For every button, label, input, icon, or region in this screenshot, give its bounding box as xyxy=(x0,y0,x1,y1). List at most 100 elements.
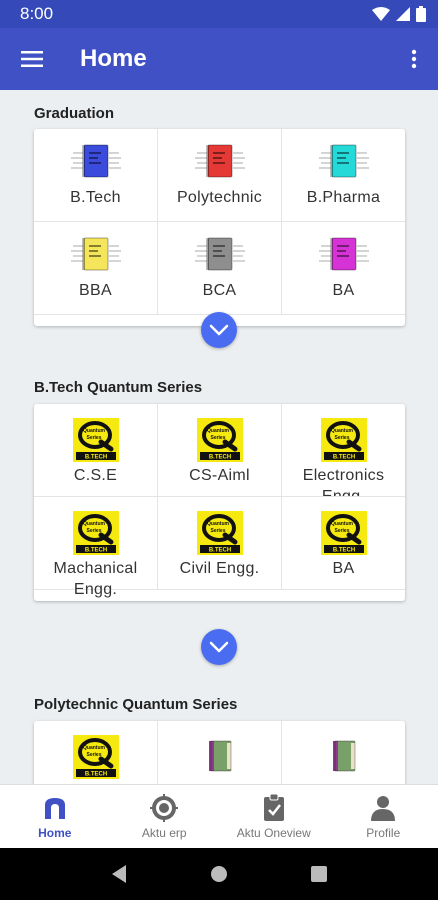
hamburger-icon xyxy=(21,51,43,67)
chevron-down-icon xyxy=(209,641,229,653)
system-navigation-bar xyxy=(0,848,438,900)
svg-text:B.TECH: B.TECH xyxy=(84,772,106,778)
grid-item-label: BA xyxy=(332,282,355,299)
grid-item-label: BA xyxy=(332,560,355,577)
chevron-down-icon xyxy=(209,324,229,336)
aktu-erp-icon xyxy=(150,793,179,822)
back-icon[interactable] xyxy=(110,864,128,884)
signal-icon xyxy=(396,7,410,21)
green-book-icon xyxy=(329,739,359,778)
expand-btech-quantum-button[interactable] xyxy=(201,629,237,665)
grid-item-ba[interactable]: Quantum Series B.TECH BA xyxy=(282,497,405,589)
grid-item-label: B.Pharma xyxy=(306,189,381,206)
battery-icon xyxy=(416,6,426,22)
quantum-series-icon: Quantum Series B.TECH xyxy=(196,511,243,555)
book-cyan-icon xyxy=(318,143,369,179)
svg-text:Series: Series xyxy=(210,528,225,534)
grid-item-civil-engg[interactable]: Quantum Series B.TECH Civil Engg. xyxy=(158,497,281,589)
svg-text:B.TECH: B.TECH xyxy=(208,455,230,461)
home-content[interactable]: Graduation B.Tech Polytechnic B.Pharma BBA B… xyxy=(0,90,438,784)
grid-item-electronics-engg[interactable]: QuantumSeriesB.TECHElectronics Engg. xyxy=(282,404,405,505)
book-magenta-icon xyxy=(318,236,369,272)
nav-aktu-oneview[interactable]: Aktu Oneview xyxy=(219,785,329,848)
page-title: Home xyxy=(80,45,147,72)
grid-item-b-tech[interactable]: B.Tech xyxy=(34,129,157,221)
grid-item-label: Machanical Engg. xyxy=(53,560,138,598)
quantum-series-icon: Quantum Series B.TECH xyxy=(320,511,367,555)
grid-item-label: Civil Engg. xyxy=(179,560,260,577)
quantum-series-icon: Quantum Series B.TECH xyxy=(320,418,367,462)
book-yellow-icon xyxy=(70,236,121,272)
grid-item-bca[interactable]: BCA xyxy=(158,222,281,314)
grid-item-label: CS-Aiml xyxy=(189,467,250,484)
svg-text:Series: Series xyxy=(334,435,349,441)
section-title-btech-quantum: B.Tech Quantum Series xyxy=(34,379,203,396)
nav-aktu-oneview-label: Aktu Oneview xyxy=(236,825,311,840)
svg-text:Quantum: Quantum xyxy=(331,428,353,434)
status-icons xyxy=(372,6,426,22)
section-title-graduation: Graduation xyxy=(34,105,115,122)
book-red-icon xyxy=(194,143,245,179)
svg-text:Quantum: Quantum xyxy=(207,428,229,434)
svg-text:Quantum: Quantum xyxy=(83,428,105,434)
home-icon xyxy=(41,794,69,822)
svg-text:Quantum: Quantum xyxy=(207,521,229,527)
menu-button[interactable] xyxy=(0,28,64,90)
status-bar: 8:00 xyxy=(0,0,438,28)
quantum-series-icon: Quantum Series B.TECH xyxy=(72,735,119,779)
svg-text:Series: Series xyxy=(86,528,101,534)
grid-item-b-tech[interactable]: QuantumSeriesB.TECHB.Tech xyxy=(34,721,157,784)
bottom-navigation: Home Aktu erp Aktu Oneview Profile xyxy=(0,784,438,848)
grid-item-polytechnic[interactable]: Polytechnic xyxy=(158,129,281,221)
wifi-icon xyxy=(372,7,390,21)
section-title-polytechnic-quantum: Polytechnic Quantum Series xyxy=(34,696,238,713)
graduation-card: B.Tech Polytechnic B.Pharma BBA BCA BA xyxy=(34,129,405,326)
quantum-series-icon: Quantum Series B.TECH xyxy=(72,511,119,555)
svg-text:Quantum: Quantum xyxy=(331,521,353,527)
btech-quantum-card: Quantum Series B.TECH C.S.E Quantum Series B.T… xyxy=(34,404,405,601)
svg-text:B.TECH: B.TECH xyxy=(84,455,106,461)
grid-item-label: C.S.E xyxy=(73,467,118,484)
grid-item-label: Polytechnic xyxy=(176,189,263,206)
status-time: 8:00 xyxy=(20,4,54,23)
grid-item-label: B.Tech xyxy=(70,189,121,206)
book-blue-icon xyxy=(70,143,121,179)
recents-icon[interactable] xyxy=(310,865,328,883)
svg-text:Series: Series xyxy=(86,435,101,441)
grid-item-ba[interactable]: BA xyxy=(282,222,405,314)
quantum-series-icon: Quantum Series B.TECH xyxy=(196,418,243,462)
svg-text:Quantum: Quantum xyxy=(83,521,105,527)
grid-item-cs-aiml[interactable]: Quantum Series B.TECH CS-Aiml xyxy=(158,404,281,496)
more-options-button[interactable] xyxy=(390,28,438,90)
svg-text:B.TECH: B.TECH xyxy=(332,548,354,554)
clipboard-icon xyxy=(260,793,288,822)
nav-aktu-erp-label: Aktu erp xyxy=(141,825,187,840)
grid-item-c-s-e[interactable]: Quantum Series B.TECH C.S.E xyxy=(34,404,157,496)
polytechnic-quantum-card: QuantumSeriesB.TECHB.Tech xyxy=(34,721,405,784)
grid-item-label: BCA xyxy=(202,282,237,299)
book-grey-icon xyxy=(194,236,245,272)
grid-item-bba[interactable]: BBA xyxy=(34,222,157,314)
grid-item-label: BBA xyxy=(79,282,112,299)
grid-item-item-1[interactable] xyxy=(158,721,281,784)
svg-text:B.TECH: B.TECH xyxy=(332,455,354,461)
svg-text:Series: Series xyxy=(334,528,349,534)
svg-text:B.TECH: B.TECH xyxy=(84,548,106,554)
nav-profile-label: Profile xyxy=(366,825,401,840)
grid-item-b-pharma[interactable]: B.Pharma xyxy=(282,129,405,221)
quantum-series-icon: Quantum Series B.TECH xyxy=(72,418,119,462)
green-book-icon xyxy=(205,739,235,778)
svg-text:Quantum: Quantum xyxy=(83,745,105,751)
svg-text:Series: Series xyxy=(210,435,225,441)
nav-profile[interactable]: Profile xyxy=(329,785,438,848)
nav-home-label: Home xyxy=(38,825,72,840)
nav-home[interactable]: Home xyxy=(0,785,110,848)
expand-graduation-button[interactable] xyxy=(201,312,237,348)
grid-item-machanical-engg[interactable]: Quantum Series B.TECH Machanical Engg. xyxy=(34,497,157,598)
grid-item-item-2[interactable] xyxy=(282,721,405,784)
svg-text:Series: Series xyxy=(86,752,101,758)
nav-aktu-erp[interactable]: Aktu erp xyxy=(110,785,220,848)
app-bar: Home xyxy=(0,28,438,90)
svg-text:B.TECH: B.TECH xyxy=(208,548,230,554)
home-circle-icon[interactable] xyxy=(209,864,229,884)
